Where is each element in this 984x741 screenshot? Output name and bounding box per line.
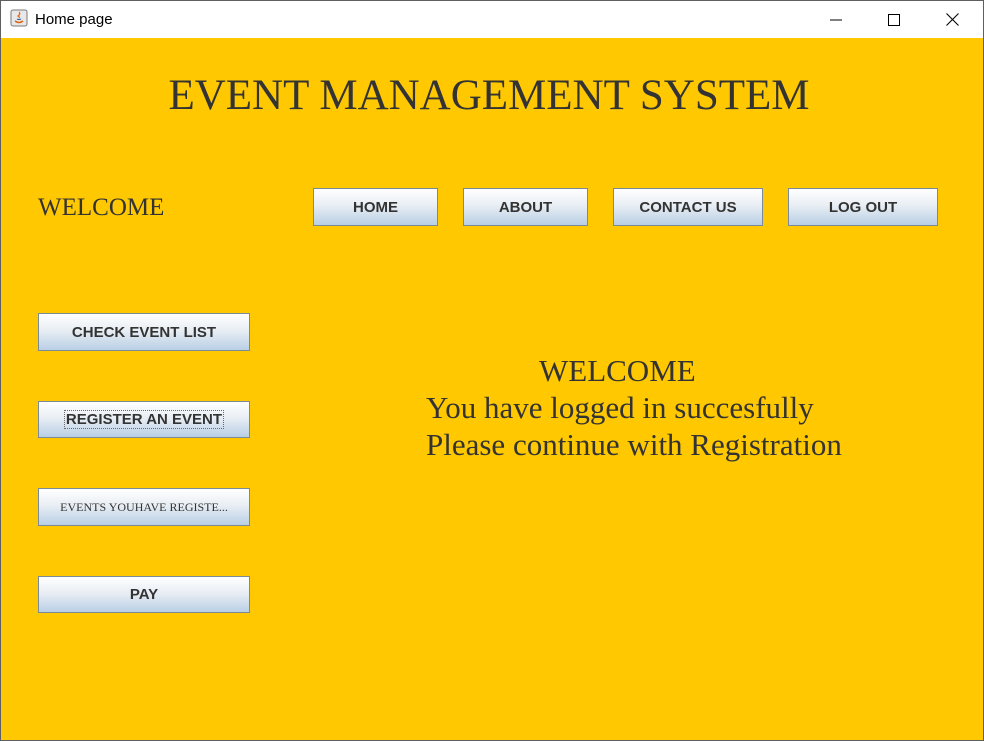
title-bar: Home page [1, 1, 983, 38]
close-icon [945, 13, 959, 26]
message-logged-in: You have logged in succesfully [426, 390, 814, 425]
register-event-label: REGISTER AN EVENT [63, 410, 225, 429]
minimize-icon [830, 19, 842, 20]
contact-us-button[interactable]: CONTACT US [613, 188, 763, 226]
home-button[interactable]: HOME [313, 188, 438, 226]
about-button[interactable]: ABOUT [463, 188, 588, 226]
welcome-label: WELCOME [38, 194, 165, 221]
log-out-button[interactable]: LOG OUT [788, 188, 938, 226]
app-window: Home page EVENT MANAGEMENT SYSTEM WELCOM… [0, 0, 984, 741]
minimize-button[interactable] [807, 1, 865, 38]
close-button[interactable] [923, 1, 981, 38]
java-app-icon [10, 9, 28, 27]
page-title: EVENT MANAGEMENT SYSTEM [168, 72, 810, 119]
message-continue: Please continue with Registration [426, 427, 842, 462]
check-event-list-button[interactable]: CHECK EVENT LIST [38, 313, 250, 351]
maximize-icon [888, 13, 900, 26]
window-title: Home page [35, 11, 113, 28]
registered-events-button[interactable]: EVENTS YOUHAVE REGISTE... [38, 488, 250, 526]
pay-button[interactable]: PAY [38, 576, 250, 613]
register-event-button[interactable]: REGISTER AN EVENT [38, 401, 250, 438]
maximize-button[interactable] [865, 1, 923, 38]
main-panel: EVENT MANAGEMENT SYSTEM WELCOME HOME ABO… [1, 38, 983, 740]
message-welcome: WELCOME [539, 353, 696, 388]
